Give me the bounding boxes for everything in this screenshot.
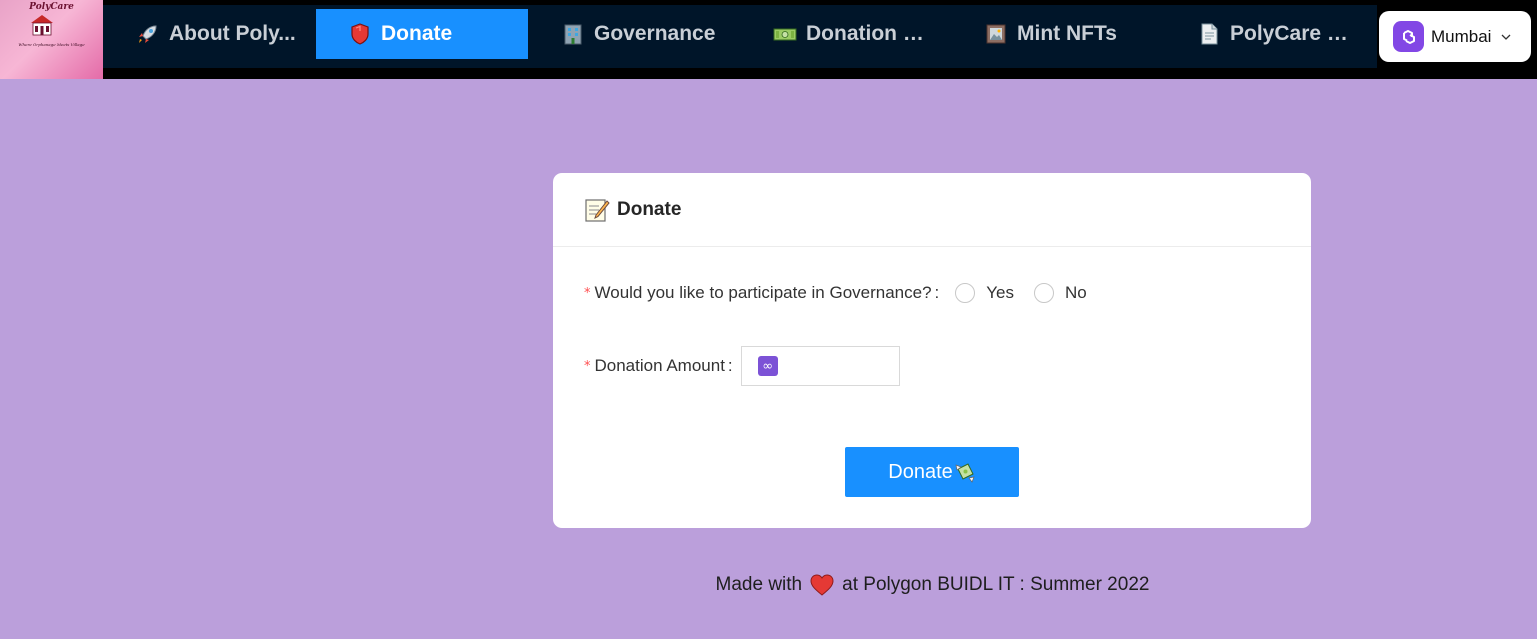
- footer-suffix: at Polygon BUIDL IT : Summer 2022: [842, 574, 1150, 595]
- nav-item-donate-label: Donate: [381, 22, 453, 45]
- nav-item-polycare-contract-label: PolyCare Co...: [1230, 22, 1359, 45]
- donate-card: Donate * Would you like to participate i…: [553, 173, 1311, 528]
- polygon-logo-icon: [1393, 21, 1424, 52]
- memo-icon: [585, 198, 610, 222]
- governance-label: Would you like to participate in Governa…: [594, 283, 932, 302]
- required-marker: *: [584, 358, 591, 374]
- label-colon: :: [934, 283, 940, 302]
- polycare-logo[interactable]: PolyCare Where Orphanage Meets Village: [0, 0, 103, 79]
- rocket-icon: [139, 25, 157, 43]
- donate-submit-button[interactable]: Donate: [845, 447, 1019, 497]
- document-icon: [1201, 23, 1218, 45]
- donation-amount-input[interactable]: ∞: [740, 346, 900, 386]
- orphanage-house-icon: [31, 15, 53, 36]
- nav-item-donation-stats-label: Donation St...: [806, 22, 935, 45]
- network-label: Mumbai: [1431, 26, 1492, 46]
- governance-no-label: No: [1065, 283, 1087, 302]
- donate-button-label: Donate: [888, 460, 953, 483]
- label-colon: :: [727, 356, 733, 375]
- heart-icon: [810, 574, 834, 596]
- top-bar: PolyCare Where Orphanage Meets Village A…: [0, 0, 1537, 79]
- nav-item-donation-stats[interactable]: Donation St...: [773, 9, 935, 59]
- nav-item-donate[interactable]: Donate: [316, 9, 528, 59]
- donation-amount-label: Donation Amount: [594, 356, 725, 375]
- footer-prefix: Made with: [715, 574, 803, 595]
- logo-title: PolyCare: [29, 2, 74, 12]
- radio-circle[interactable]: [1034, 283, 1055, 303]
- network-selector[interactable]: Mumbai: [1379, 11, 1531, 62]
- shield-icon: [351, 23, 369, 45]
- footer: Made with at Polygon BUIDL IT : Summer 2…: [0, 574, 1537, 596]
- donation-amount-field: * Donation Amount : ∞: [584, 346, 900, 386]
- money-with-wings-icon: [955, 463, 975, 483]
- governance-no-radio[interactable]: No: [1034, 283, 1087, 303]
- card-header: Donate: [553, 173, 1311, 247]
- nav-item-governance-label: Governance: [594, 22, 716, 45]
- office-building-icon: [564, 24, 582, 45]
- logo-tagline: Where Orphanage Meets Village: [18, 42, 85, 47]
- governance-field: * Would you like to participate in Gover…: [584, 283, 1097, 303]
- picture-frame-icon: [986, 24, 1006, 44]
- main-nav: About Poly... Donate Governance Donation…: [103, 5, 1377, 68]
- required-marker: *: [584, 285, 591, 301]
- governance-yes-radio[interactable]: Yes: [955, 283, 1014, 303]
- nav-item-mint-nfts[interactable]: Mint NFTs: [984, 9, 1134, 59]
- nav-item-governance[interactable]: Governance: [561, 9, 741, 59]
- governance-yes-label: Yes: [986, 283, 1015, 302]
- nav-item-about-label: About Poly...: [169, 22, 296, 45]
- nav-item-about[interactable]: About Poly...: [136, 9, 296, 59]
- chevron-down-icon: [1502, 34, 1511, 40]
- radio-circle[interactable]: [955, 283, 976, 303]
- nav-item-mint-nfts-label: Mint NFTs: [1017, 22, 1117, 45]
- money-icon: [773, 28, 797, 41]
- nav-item-polycare-contract[interactable]: PolyCare Co...: [1197, 9, 1359, 59]
- card-title: Donate: [617, 198, 682, 220]
- infinity-icon: ∞: [757, 356, 778, 376]
